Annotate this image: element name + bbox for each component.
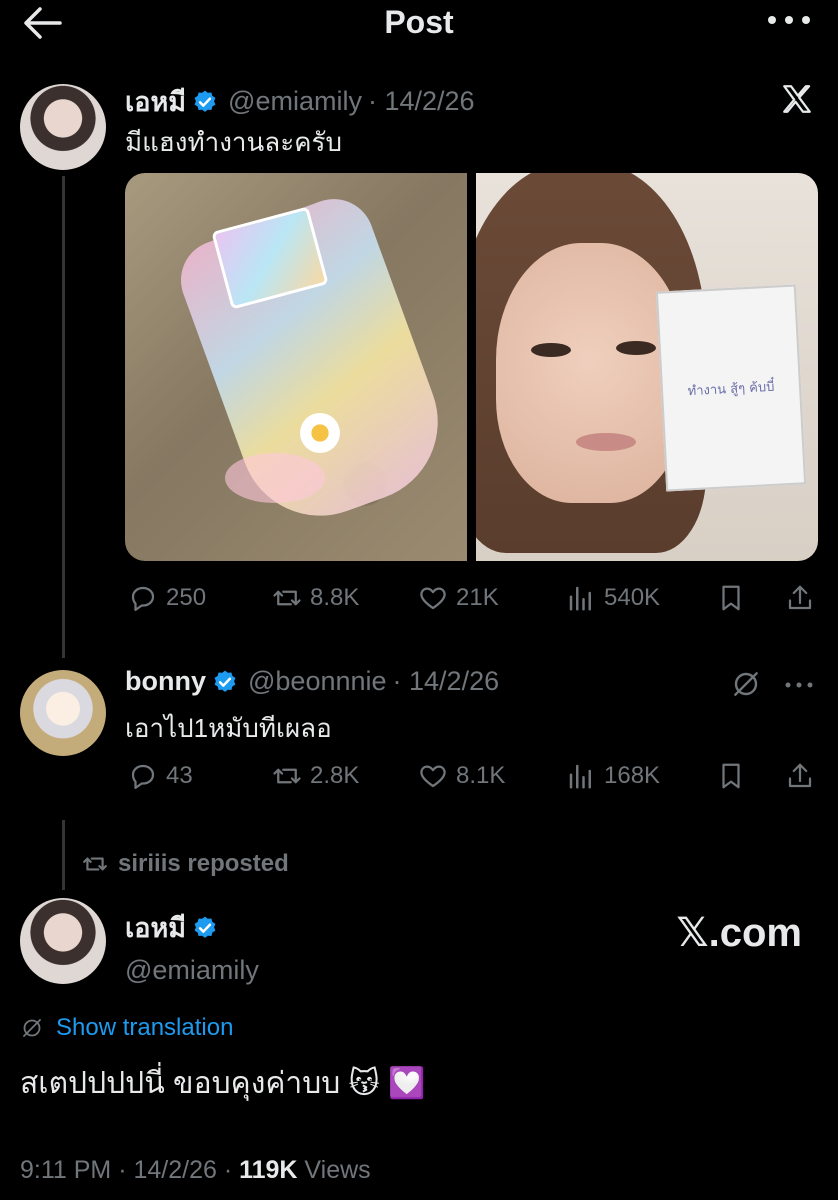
repost-icon xyxy=(83,857,107,871)
reply-reply-count: 43 xyxy=(166,762,193,789)
share-icon[interactable] xyxy=(785,761,815,791)
views-button[interactable]: 540K xyxy=(566,583,660,613)
post-text: มีแฮงทำงานละครับ xyxy=(125,127,343,157)
translate-icon xyxy=(23,1019,41,1037)
views-icon xyxy=(569,764,591,789)
repost-thread-line xyxy=(62,820,65,890)
bookmark-icon[interactable] xyxy=(716,583,746,613)
reply-repost-count: 2.8K xyxy=(310,762,360,789)
right-eye xyxy=(616,341,656,355)
like-button[interactable]: 21K xyxy=(418,583,499,613)
reply-repost-button[interactable]: 2.8K xyxy=(272,761,359,791)
repost-label[interactable]: siriiis reposted xyxy=(118,850,289,878)
more-options-icon[interactable] xyxy=(764,10,814,30)
main-author-handle[interactable]: @emiamily xyxy=(125,955,259,986)
main-avatar[interactable] xyxy=(20,898,106,984)
flower-decoration xyxy=(300,413,340,453)
main-author-block: เอหมี @emiamily xyxy=(125,906,259,986)
post-timestamp[interactable]: 9:11 PM · 14/2/26 · xyxy=(20,1156,239,1184)
repost-button[interactable]: 8.8K xyxy=(272,583,359,613)
reply-icon xyxy=(131,586,155,611)
face-shape xyxy=(496,243,686,503)
show-translation-label: Show translation xyxy=(56,1014,234,1041)
left-eye xyxy=(531,343,571,357)
page-title: Post xyxy=(384,4,454,40)
views-icon xyxy=(569,586,591,611)
card-message: ทำงาน สู้ๆ ค้บบี๋ xyxy=(687,379,775,399)
reply-date: · 14/2/26 xyxy=(392,666,500,696)
verified-badge-icon xyxy=(194,90,216,112)
lips xyxy=(576,433,636,451)
share-icon[interactable] xyxy=(785,583,815,613)
post-image-selfie[interactable]: ทำงาน สู้ๆ ค้บบี๋ xyxy=(476,173,818,561)
repost-count: 8.8K xyxy=(310,584,360,611)
thread-line xyxy=(62,176,65,658)
author-handle[interactable]: @emiamily xyxy=(228,86,362,117)
like-count: 21K xyxy=(456,584,499,611)
main-post-text-line: สเตปปปปนี่ ขอบคุงค่าบบ 😽 💟 xyxy=(20,1060,425,1107)
reply-reply-button[interactable]: 43 xyxy=(128,761,193,791)
reply-author-handle[interactable]: @beonnnie xyxy=(248,666,387,697)
reply-icon xyxy=(131,764,155,789)
heart-icon xyxy=(420,587,446,610)
bookmark-icon[interactable] xyxy=(716,761,746,791)
reply-views-button[interactable]: 168K xyxy=(566,761,660,791)
post-views-label: Views xyxy=(297,1156,371,1184)
verified-badge-icon xyxy=(214,670,236,692)
avatar[interactable] xyxy=(20,84,106,170)
reply-like-button[interactable]: 8.1K xyxy=(418,761,505,791)
reply-more-icon[interactable] xyxy=(784,680,814,690)
post-views-count[interactable]: 119K xyxy=(239,1156,297,1184)
repost-icon xyxy=(273,590,301,606)
reply-views-count: 168K xyxy=(604,762,661,789)
views-count: 540K xyxy=(604,584,661,611)
show-translation-button[interactable]: Show translation xyxy=(20,1014,233,1042)
reply-avatar[interactable] xyxy=(20,670,106,756)
x-logo-icon xyxy=(783,85,811,113)
verified-badge-icon xyxy=(194,916,216,938)
ribbon-decoration xyxy=(225,453,325,503)
post-image-bouquet[interactable] xyxy=(125,173,467,561)
emoji-text: 😽 💟 xyxy=(348,1067,426,1100)
main-post-text: สเตปปปปนี่ ขอบคุงค่าบบ xyxy=(20,1067,341,1100)
handwritten-card: ทำงาน สู้ๆ ค้บบี๋ xyxy=(655,284,807,492)
repost-icon xyxy=(273,768,301,784)
main-author-name[interactable]: เอหมี xyxy=(125,906,186,949)
post-date: · 14/2/26 xyxy=(367,86,475,116)
reply-like-count: 8.1K xyxy=(456,762,506,789)
author-name[interactable]: เอหมี xyxy=(125,80,186,123)
heart-icon xyxy=(420,765,446,788)
reply-text: เอาไป1หมับทีเผลอ xyxy=(125,713,332,743)
post-header: เอหมี @emiamily · 14/2/26 xyxy=(125,80,475,123)
reply-count: 250 xyxy=(166,584,207,611)
post-meta: 9:11 PM · 14/2/26 · 119K Views xyxy=(20,1156,371,1185)
grok-icon[interactable] xyxy=(730,668,762,700)
reply-author-name[interactable]: bonny xyxy=(125,666,206,697)
repost-indicator: siriiis reposted xyxy=(82,850,289,878)
reply-header: bonny @beonnnie · 14/2/26 xyxy=(125,666,499,697)
reply-button[interactable]: 250 xyxy=(128,583,206,613)
x-com-watermark: 𝕏.com xyxy=(676,911,802,955)
